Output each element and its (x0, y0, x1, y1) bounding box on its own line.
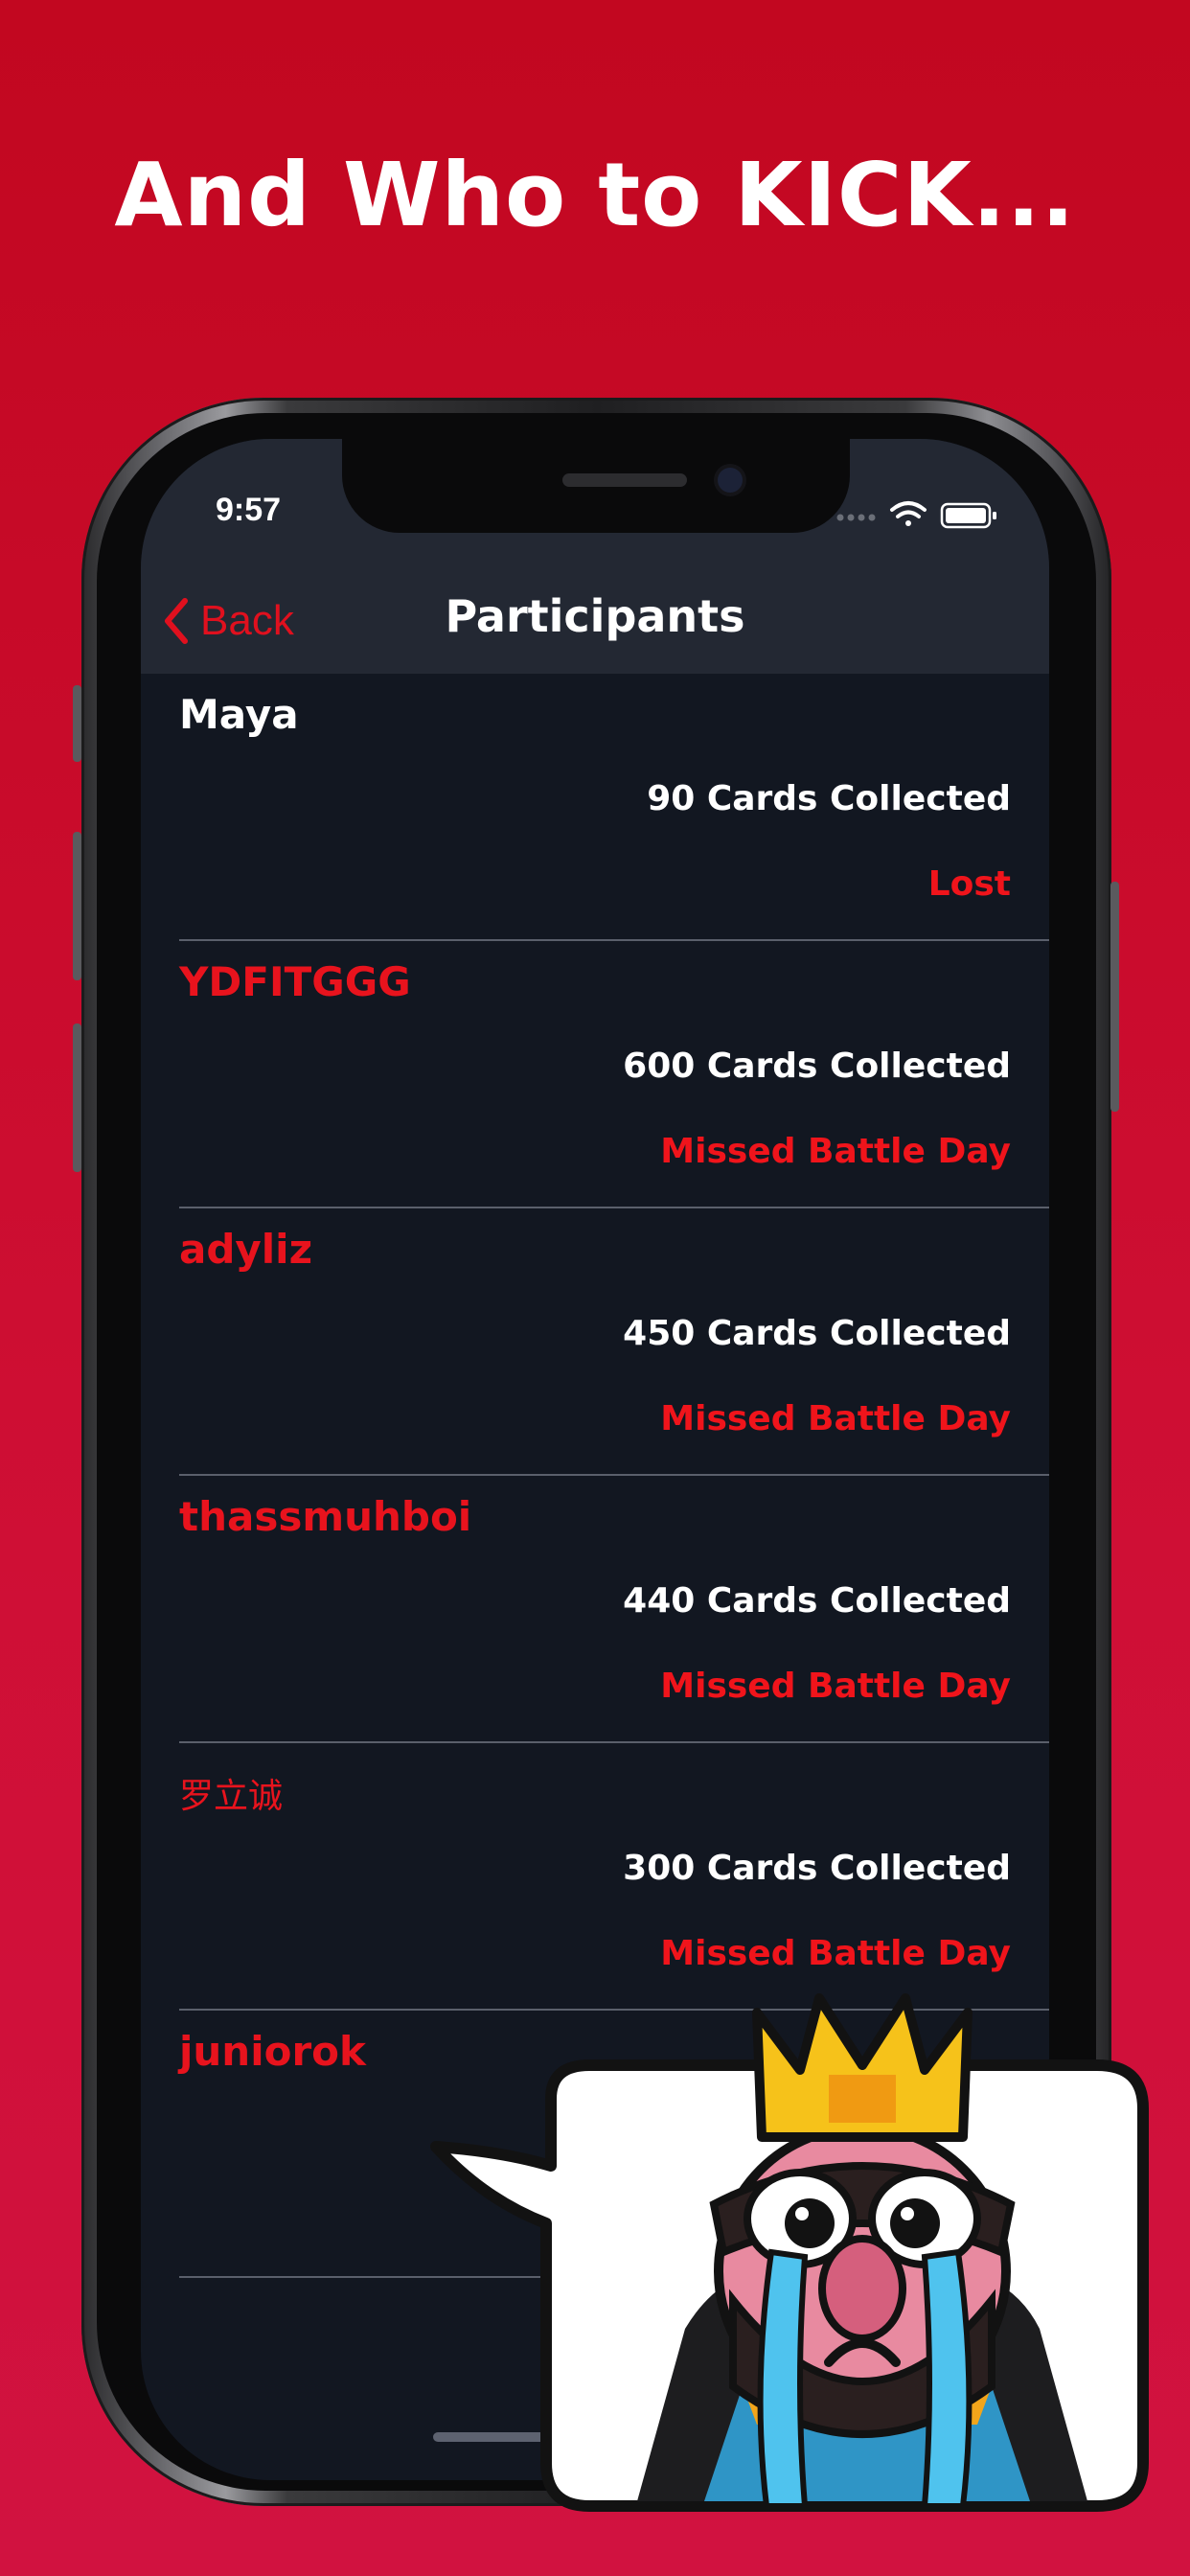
participant-name: 罗立诚 (179, 1777, 284, 1816)
participant-name: juniorok (179, 2028, 366, 2075)
participant-row[interactable]: adyliz 450 Cards Collected Missed Battle… (179, 1208, 1049, 1476)
crying-king-sticker (430, 1993, 1149, 2512)
participant-row[interactable]: Maya 90 Cards Collected Lost (179, 674, 1049, 941)
cards-collected: 90 Cards Collected (647, 779, 1011, 818)
mute-switch (73, 685, 81, 762)
notch (342, 439, 850, 533)
participant-status: Missed Battle Day (660, 1132, 1011, 1171)
participant-name: Maya (179, 691, 299, 738)
status-time: 9:57 (216, 492, 282, 528)
power-button (1110, 882, 1119, 1112)
participant-name: adyliz (179, 1226, 313, 1273)
page-title: Participants (445, 590, 745, 642)
volume-up-button (73, 832, 81, 980)
wifi-icon (890, 501, 927, 526)
participant-status: Missed Battle Day (660, 1667, 1011, 1706)
participant-status: Missed Battle Day (660, 1934, 1011, 1973)
participant-status: Lost (927, 864, 1011, 904)
headline: And Who to KICK... (114, 144, 1076, 246)
cards-collected: 300 Cards Collected (623, 1849, 1011, 1888)
participant-row[interactable]: 罗立诚 300 Cards Collected Missed Battle Da… (179, 1743, 1049, 2011)
cards-collected: 600 Cards Collected (623, 1046, 1011, 1086)
signal-dots-icon (836, 514, 876, 521)
cards-collected: 450 Cards Collected (623, 1314, 1011, 1353)
participant-status: Missed Battle Day (660, 1399, 1011, 1438)
participant-name: YDFITGGG (179, 958, 411, 1005)
status-icons (819, 498, 1011, 537)
participant-row[interactable]: thassmuhboi 440 Cards Collected Missed B… (179, 1476, 1049, 1743)
volume-down-button (73, 1024, 81, 1172)
front-camera (718, 468, 743, 493)
speaker (562, 473, 687, 487)
battery-icon (940, 502, 996, 529)
participant-name: thassmuhboi (179, 1493, 472, 1540)
cards-collected: 440 Cards Collected (623, 1581, 1011, 1621)
participant-row[interactable]: YDFITGGG 600 Cards Collected Missed Batt… (179, 941, 1049, 1208)
